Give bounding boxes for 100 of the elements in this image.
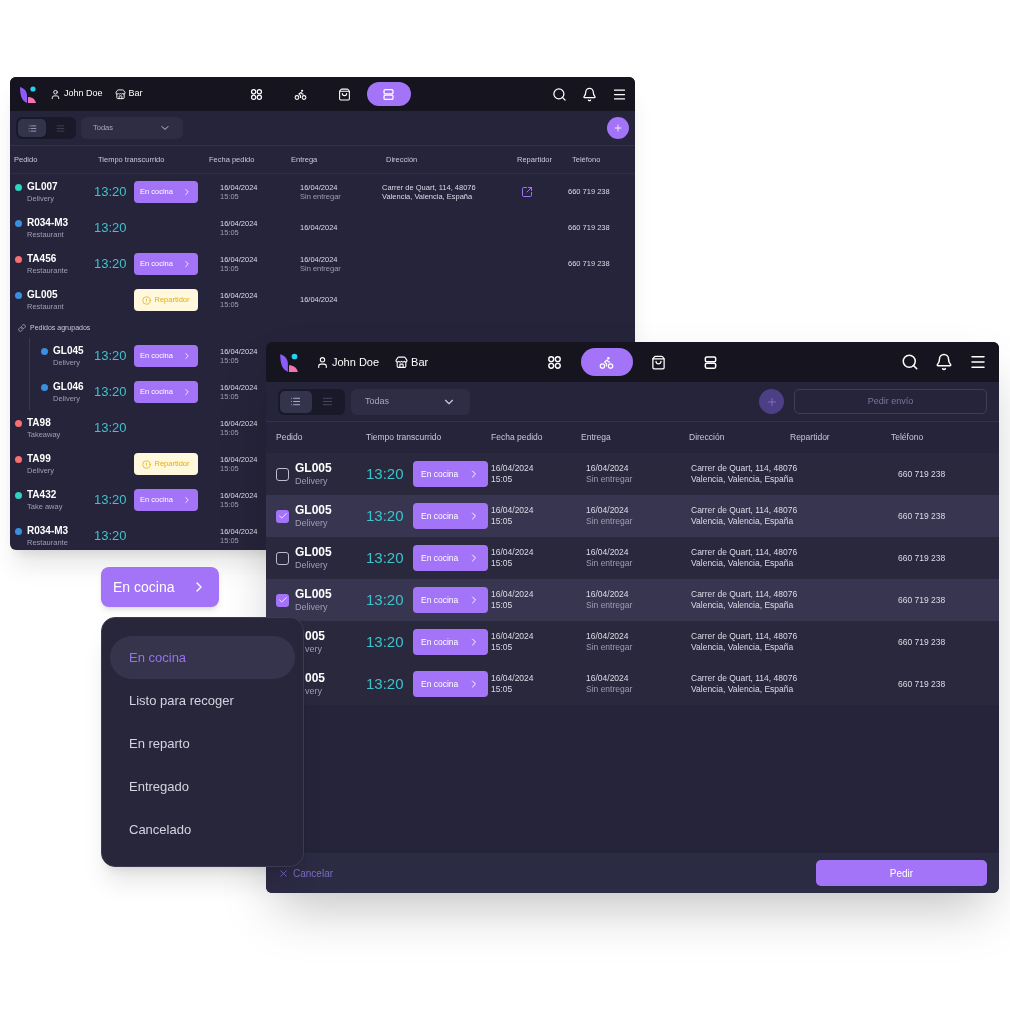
order-date: 16/04/2024: [491, 463, 534, 474]
address-line: Valencia, Valencia, España: [691, 600, 794, 611]
order-id: TA99: [27, 453, 52, 466]
table-row[interactable]: GL005 Delivery 13:20 En cocina 16/04/2024 15:05 16/04/2024 Sin entregar Carrer de Quart, 114, 48076 Valencia, Valencia, España 660 719 238: [266, 579, 999, 621]
chevron-right-icon: [182, 351, 192, 361]
status-button[interactable]: En cocina: [413, 461, 488, 487]
user-icon: [50, 88, 61, 100]
menu-item[interactable]: Cancelado: [110, 808, 295, 851]
search-icon[interactable]: [552, 86, 567, 102]
status-button[interactable]: En cocina: [413, 503, 488, 529]
checkbox[interactable]: [276, 593, 289, 607]
menu-icon[interactable]: [969, 353, 987, 371]
table-row[interactable]: GL005 Delivery 13:20 En cocina 16/04/2024 15:05 16/04/2024 Sin entregar Carrer de Quart, 114, 48076 Valencia, Valencia, España 660 719 238: [266, 453, 999, 495]
address-line: Carrer de Quart, 114, 48076: [691, 505, 798, 516]
address-line: Carrer de Quart, 114, 48076: [691, 631, 798, 642]
order-date: 16/04/2024: [491, 547, 534, 558]
status-button[interactable]: En cocina: [101, 567, 219, 607]
filter-dropdown[interactable]: Todas: [351, 388, 470, 415]
status-button[interactable]: En cocina: [413, 671, 488, 697]
view-option[interactable]: [18, 119, 46, 137]
address-line: Carrer de Quart, 114, 48076: [691, 547, 798, 558]
address-line: Valencia, Valencia, España: [691, 684, 794, 695]
stacked-rows-icon: [382, 87, 395, 101]
phone-number: 660 719 238: [898, 509, 946, 523]
order-id: R034-M3: [27, 525, 69, 538]
view-option[interactable]: [280, 390, 312, 413]
cancel-button[interactable]: Cancelar: [278, 865, 334, 881]
order-time: 15:05: [491, 558, 513, 569]
add-button[interactable]: [607, 117, 629, 139]
order-type: Delivery: [295, 517, 329, 530]
menu-item[interactable]: Entregado: [110, 765, 295, 808]
order-time: 15:05: [491, 642, 513, 653]
delivery-date: 16/04/2024: [586, 505, 629, 516]
order-id: 005: [305, 628, 326, 644]
address-line: Carrer de Quart, 114, 48076: [691, 589, 798, 600]
bike-icon: [599, 354, 614, 370]
search-icon[interactable]: [901, 353, 919, 371]
order-id: TA456: [27, 253, 58, 266]
order-time: 15:05: [491, 600, 513, 611]
bell-icon[interactable]: [935, 353, 953, 371]
stacked-rows-icon: [703, 354, 718, 370]
menu-item[interactable]: En cocina: [110, 636, 295, 679]
checkbox[interactable]: [276, 467, 289, 481]
status-button[interactable]: En cocina: [413, 629, 488, 655]
user-name[interactable]: John Doe: [332, 353, 380, 371]
address-line: Carrer de Quart, 114, 48076: [691, 463, 798, 474]
address-line: Valencia, Valencia, España: [691, 516, 794, 527]
plus-icon: [765, 395, 778, 408]
order-type: Delivery: [295, 601, 329, 614]
elapsed-time: 13:20: [94, 220, 127, 236]
phone-number: 660 719 238: [898, 467, 946, 481]
bell-icon[interactable]: [582, 86, 597, 102]
alert-icon: [142, 459, 152, 469]
order-id: 005: [305, 670, 326, 686]
location-name[interactable]: Bar: [128, 87, 143, 101]
user-name[interactable]: John Doe: [64, 87, 103, 101]
external-link-icon[interactable]: [521, 186, 533, 198]
delivery-date: 16/04/2024: [586, 547, 629, 558]
phone-number: 660 719 238: [898, 677, 946, 691]
checkbox[interactable]: [276, 551, 289, 565]
checkbox[interactable]: [276, 509, 289, 523]
grid-icon: [547, 354, 562, 370]
delivery-date: 16/04/2024: [586, 463, 629, 474]
order-id: TA432: [27, 489, 58, 502]
elapsed-time: 13:20: [94, 420, 127, 436]
user-icon: [316, 355, 329, 369]
plus-icon: [613, 123, 623, 133]
order-id: GL007: [27, 181, 58, 194]
phone-number: 660 719 238: [898, 551, 946, 565]
elapsed-time: 13:20: [366, 506, 404, 524]
nav-tab[interactable]: [580, 348, 633, 376]
delivery-status: Sin entregar: [586, 474, 633, 485]
logo-icon: [18, 84, 38, 104]
menu-icon[interactable]: [612, 86, 627, 102]
submit-button[interactable]: Pedir: [816, 860, 987, 886]
order-id: GL005: [295, 502, 332, 518]
nav-tab[interactable]: [366, 82, 411, 106]
status-button[interactable]: En cocina: [413, 587, 488, 613]
table-row[interactable]: GL005 Delivery 13:20 En cocina 16/04/2024 15:05 16/04/2024 Sin entregar Carrer de Quart, 114, 48076 Valencia, Valencia, España 660 719 238: [266, 537, 999, 579]
list-icon: [290, 396, 302, 407]
status-button[interactable]: En cocina: [413, 545, 488, 571]
column-header: Dirección: [689, 431, 726, 444]
location-name[interactable]: Bar: [411, 353, 429, 371]
column-header: Pedido: [276, 431, 304, 444]
table-row[interactable]: GL005 Delivery 13:20 En cocina 16/04/2024 15:05 16/04/2024 Sin entregar Carrer de Quart, 114, 48076 Valencia, Valencia, España 660 719 238: [266, 495, 999, 537]
menu-item[interactable]: En reparto: [110, 722, 295, 765]
order-date: 16/04/2024: [491, 673, 534, 684]
order-type: Delivery: [295, 475, 329, 488]
column-header: Repartidor: [790, 431, 831, 444]
order-id: GL045: [53, 345, 84, 358]
order-id: TA98: [27, 417, 52, 430]
grid-icon: [250, 87, 263, 101]
delivery-date: 16/04/2024: [586, 673, 629, 684]
order-id: R034-M3: [27, 217, 69, 230]
order-type: very: [305, 685, 323, 698]
elapsed-time: 13:20: [366, 674, 404, 692]
order-id: GL005: [295, 586, 332, 602]
bag-icon: [338, 87, 351, 101]
delivery-status: Sin entregar: [586, 558, 633, 569]
delivery-status: Sin entregar: [586, 642, 633, 653]
